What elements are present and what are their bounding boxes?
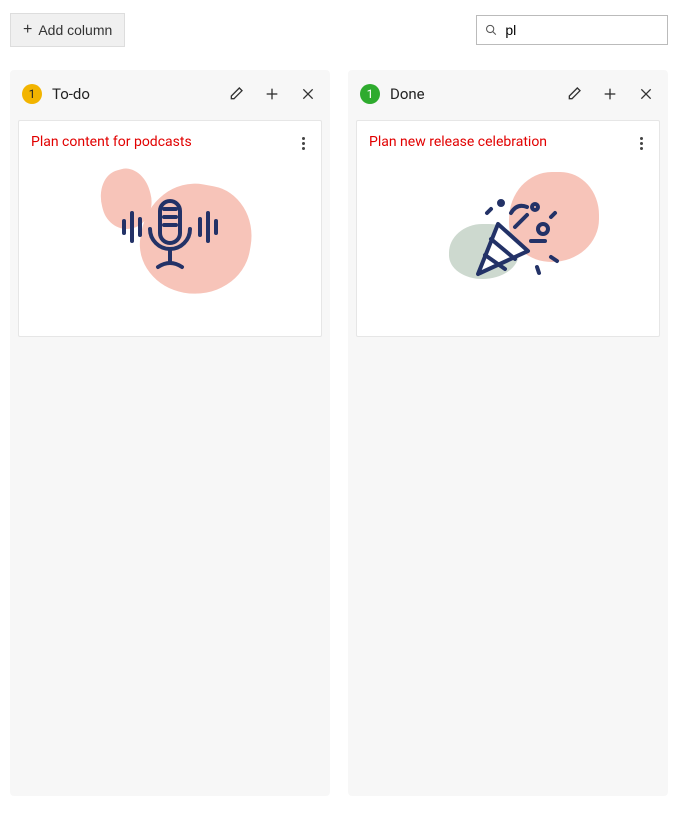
column-title: Done bbox=[390, 85, 554, 103]
add-card-button[interactable] bbox=[262, 84, 282, 104]
plus-icon: + bbox=[23, 22, 32, 38]
card-illustration-microphone bbox=[31, 154, 309, 324]
party-popper-icon bbox=[443, 179, 573, 299]
column-title: To-do bbox=[52, 85, 216, 103]
toolbar: + Add column bbox=[10, 10, 668, 50]
add-card-button[interactable] bbox=[600, 84, 620, 104]
count-badge: 1 bbox=[360, 84, 380, 104]
card[interactable]: Plan content for podcasts bbox=[18, 120, 322, 337]
add-column-label: Add column bbox=[38, 22, 112, 38]
card-title: Plan content for podcasts bbox=[31, 133, 192, 151]
pencil-icon bbox=[228, 86, 244, 102]
column-done: 1 Done bbox=[348, 70, 668, 796]
close-icon bbox=[300, 86, 316, 102]
search-icon bbox=[485, 23, 497, 37]
column-actions bbox=[226, 84, 318, 104]
remove-column-button[interactable] bbox=[298, 84, 318, 104]
column-header: 1 Done bbox=[356, 78, 660, 110]
card-more-button[interactable] bbox=[298, 133, 309, 154]
edit-column-button[interactable] bbox=[226, 84, 246, 104]
column-header: 1 To-do bbox=[18, 78, 322, 110]
card-header: Plan content for podcasts bbox=[31, 133, 309, 154]
pencil-icon bbox=[566, 86, 582, 102]
card-illustration-party bbox=[369, 154, 647, 324]
add-column-button[interactable]: + Add column bbox=[10, 13, 125, 47]
count-badge: 1 bbox=[22, 84, 42, 104]
plus-icon bbox=[602, 86, 618, 102]
search-input[interactable] bbox=[505, 22, 659, 38]
card-title: Plan new release celebration bbox=[369, 133, 547, 151]
column-actions bbox=[564, 84, 656, 104]
close-icon bbox=[638, 86, 654, 102]
column-todo: 1 To-do bbox=[10, 70, 330, 796]
card[interactable]: Plan new release celebration bbox=[356, 120, 660, 337]
card-more-button[interactable] bbox=[636, 133, 647, 154]
board: 1 To-do bbox=[10, 70, 668, 796]
card-header: Plan new release celebration bbox=[369, 133, 647, 154]
edit-column-button[interactable] bbox=[564, 84, 584, 104]
microphone-icon bbox=[110, 179, 230, 299]
remove-column-button[interactable] bbox=[636, 84, 656, 104]
search-box[interactable] bbox=[476, 15, 668, 45]
plus-icon bbox=[264, 86, 280, 102]
